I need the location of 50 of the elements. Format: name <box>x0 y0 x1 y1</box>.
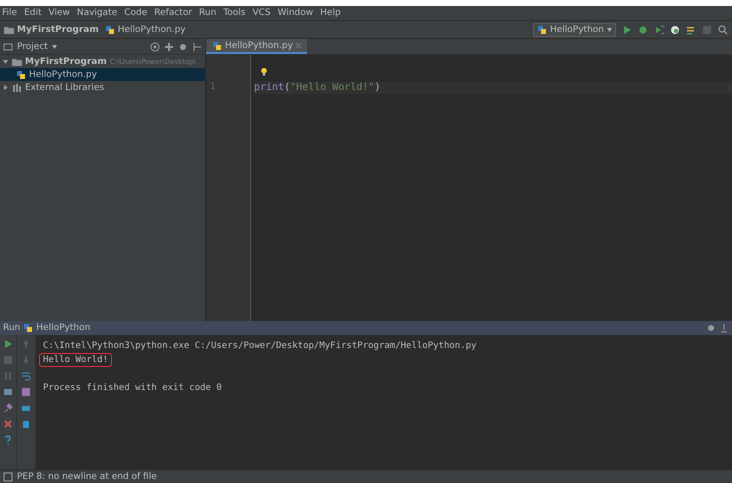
menu-item[interactable]: File <box>2 8 18 18</box>
run-panel-title: Run <box>3 323 20 333</box>
tree-item-label: HelloPython.py <box>29 70 97 80</box>
folder-icon <box>4 24 14 34</box>
help-icon[interactable] <box>3 435 13 445</box>
breadcrumb[interactable]: MyFirstProgram <box>4 24 99 34</box>
caret-icon[interactable] <box>607 28 612 32</box>
search-icon[interactable] <box>718 24 728 34</box>
run-config-dropdown[interactable]: HelloPython <box>532 22 616 36</box>
python-file-icon <box>16 70 26 80</box>
expand-icon[interactable] <box>164 42 174 52</box>
menu-item[interactable]: Window <box>278 8 314 18</box>
run-config-name: HelloPython <box>36 323 90 333</box>
status-box-icon[interactable] <box>3 472 13 482</box>
console-line: Process finished with exit code 0 <box>43 383 222 393</box>
breadcrumb[interactable]: HelloPython.py <box>104 24 186 34</box>
pin-icon[interactable] <box>3 403 13 413</box>
python-file-icon <box>212 40 222 50</box>
close-icon[interactable] <box>296 43 301 48</box>
menu-item[interactable]: View <box>48 8 70 18</box>
lightbulb-icon[interactable] <box>260 67 268 76</box>
python-file-icon <box>23 323 34 333</box>
tree-item[interactable]: External Libraries <box>0 81 205 94</box>
menu-item[interactable]: Help <box>320 8 341 18</box>
tree-item-label: External Libraries <box>25 82 104 92</box>
caret-icon[interactable] <box>52 44 57 48</box>
rerun-icon[interactable] <box>3 339 13 349</box>
menu-item[interactable]: Run <box>199 8 216 18</box>
panel-title[interactable]: Project <box>17 42 48 52</box>
menu-item[interactable]: VCS <box>252 8 271 18</box>
run-icon[interactable] <box>622 24 632 34</box>
status-message: PEP 8: no newline at end of file <box>17 472 157 482</box>
tree-item[interactable]: HelloPython.py <box>0 68 205 81</box>
collapsed-arrow-icon[interactable] <box>2 84 9 91</box>
close-icon[interactable] <box>3 419 13 429</box>
menu-item[interactable]: Tools <box>223 8 246 18</box>
soft-wrap-icon[interactable] <box>21 371 31 381</box>
locate-icon[interactable] <box>150 42 160 52</box>
menu-item[interactable]: Edit <box>24 8 42 18</box>
tree-item-label: MyFirstProgram <box>25 56 107 66</box>
menu-item[interactable]: Navigate <box>76 8 118 18</box>
library-icon <box>12 82 22 92</box>
project-icon <box>3 42 13 52</box>
expanded-arrow-icon[interactable] <box>2 58 9 65</box>
editor-tab[interactable]: HelloPython.py <box>206 39 307 54</box>
python-file-icon <box>104 24 115 34</box>
menu-item[interactable]: Refactor <box>154 8 192 18</box>
console-line: C:\Intel\Python3\python.exe C:/Users/Power/Desktop/MyFirstProgram/HelloPython.py <box>43 341 476 351</box>
menu-item[interactable]: Code <box>124 8 148 18</box>
python-file-icon <box>536 24 547 34</box>
